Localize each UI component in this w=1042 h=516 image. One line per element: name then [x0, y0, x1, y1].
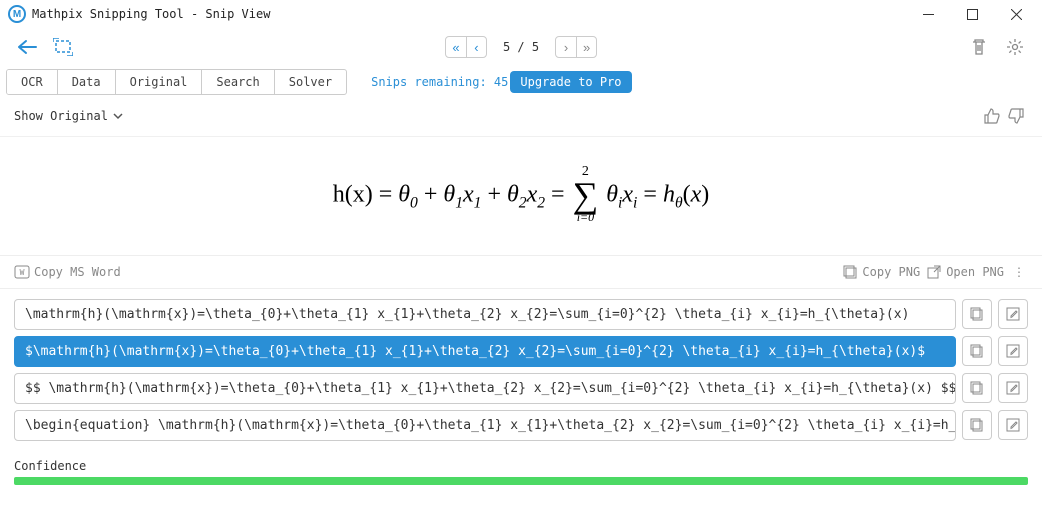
external-link-icon [926, 264, 942, 280]
chevron-down-icon [112, 110, 124, 122]
code-row: $\mathrm{h}(\mathrm{x})=\theta_{0}+\thet… [14, 336, 1028, 367]
code-text[interactable]: \mathrm{h}(\mathrm{x})=\theta_{0}+\theta… [14, 299, 956, 330]
copy-png-button[interactable]: Copy PNG [842, 264, 920, 280]
pager-info: 5 / 5 [503, 40, 539, 54]
code-row: \begin{equation} \mathrm{h}(\mathrm{x})=… [14, 410, 1028, 441]
code-text[interactable]: \begin{equation} \mathrm{h}(\mathrm{x})=… [14, 410, 956, 441]
back-button[interactable] [14, 34, 40, 60]
edit-code-button[interactable] [998, 410, 1028, 440]
snips-remaining-label: Snips remaining: 45 [371, 75, 508, 89]
code-text[interactable]: $$ \mathrm{h}(\mathrm{x})=\theta_{0}+\th… [14, 373, 956, 404]
code-text[interactable]: $\mathrm{h}(\mathrm{x})=\theta_{0}+\thet… [14, 336, 956, 367]
show-original-label: Show Original [14, 109, 108, 123]
word-icon: W [14, 264, 30, 280]
tabs-row: OCR Data Original Search Solver Snips re… [0, 66, 1042, 98]
copy-code-button[interactable] [962, 336, 992, 366]
equation-preview: h(x) = θ0 + θ1x1 + θ2x2 = 2 ∑ i=0 θixi =… [0, 136, 1042, 255]
summation-icon: 2 ∑ i=0 [573, 165, 599, 223]
pager-next-button[interactable]: › [556, 37, 576, 57]
thumbs-up-button[interactable] [980, 104, 1004, 128]
pager-first-button[interactable]: « [446, 37, 466, 57]
confidence-bar [14, 477, 1028, 485]
thumbs-down-button[interactable] [1004, 104, 1028, 128]
svg-text:W: W [20, 268, 25, 277]
delete-button[interactable] [966, 34, 992, 60]
pager-last-button[interactable]: » [576, 37, 596, 57]
main-toolbar: « ‹ 5 / 5 › » [0, 28, 1042, 66]
code-list: \mathrm{h}(\mathrm{x})=\theta_{0}+\theta… [0, 289, 1042, 451]
open-png-button[interactable]: Open PNG [926, 264, 1004, 280]
equation-rendered: h(x) = θ0 + θ1x1 + θ2x2 = 2 ∑ i=0 θixi =… [333, 167, 710, 225]
edit-code-button[interactable] [998, 336, 1028, 366]
sub-toolbar: Show Original [0, 98, 1042, 136]
code-row: \mathrm{h}(\mathrm{x})=\theta_{0}+\theta… [14, 299, 1028, 330]
copy-code-button[interactable] [962, 299, 992, 329]
new-snip-button[interactable] [50, 34, 76, 60]
window-title: Mathpix Snipping Tool - Snip View [32, 7, 906, 21]
window-maximize-button[interactable] [950, 0, 994, 28]
tab-ocr[interactable]: OCR [7, 70, 58, 94]
tab-solver[interactable]: Solver [275, 70, 346, 94]
copy-icon [842, 264, 858, 280]
code-row: $$ \mathrm{h}(\mathrm{x})=\theta_{0}+\th… [14, 373, 1028, 404]
export-actions-bar: W Copy MS Word Copy PNG Open PNG ⋮ [0, 255, 1042, 289]
settings-button[interactable] [1002, 34, 1028, 60]
titlebar: M Mathpix Snipping Tool - Snip View [0, 0, 1042, 28]
tab-search[interactable]: Search [202, 70, 274, 94]
tabs: OCR Data Original Search Solver [6, 69, 347, 95]
copy-code-button[interactable] [962, 373, 992, 403]
app-logo-icon: M [8, 5, 26, 23]
pager: « ‹ 5 / 5 › » [445, 36, 597, 58]
copy-code-button[interactable] [962, 410, 992, 440]
copy-ms-word-button[interactable]: W Copy MS Word [14, 264, 121, 280]
pager-prev-button[interactable]: ‹ [466, 37, 486, 57]
confidence-section: Confidence [0, 451, 1042, 489]
show-original-toggle[interactable]: Show Original [14, 109, 124, 123]
more-actions-button[interactable]: ⋮ [1010, 265, 1028, 279]
confidence-label: Confidence [14, 459, 1028, 473]
tab-original[interactable]: Original [116, 70, 203, 94]
edit-code-button[interactable] [998, 299, 1028, 329]
window-close-button[interactable] [994, 0, 1038, 28]
window-minimize-button[interactable] [906, 0, 950, 28]
upgrade-button[interactable]: Upgrade to Pro [510, 71, 631, 93]
tab-data[interactable]: Data [58, 70, 116, 94]
edit-code-button[interactable] [998, 373, 1028, 403]
